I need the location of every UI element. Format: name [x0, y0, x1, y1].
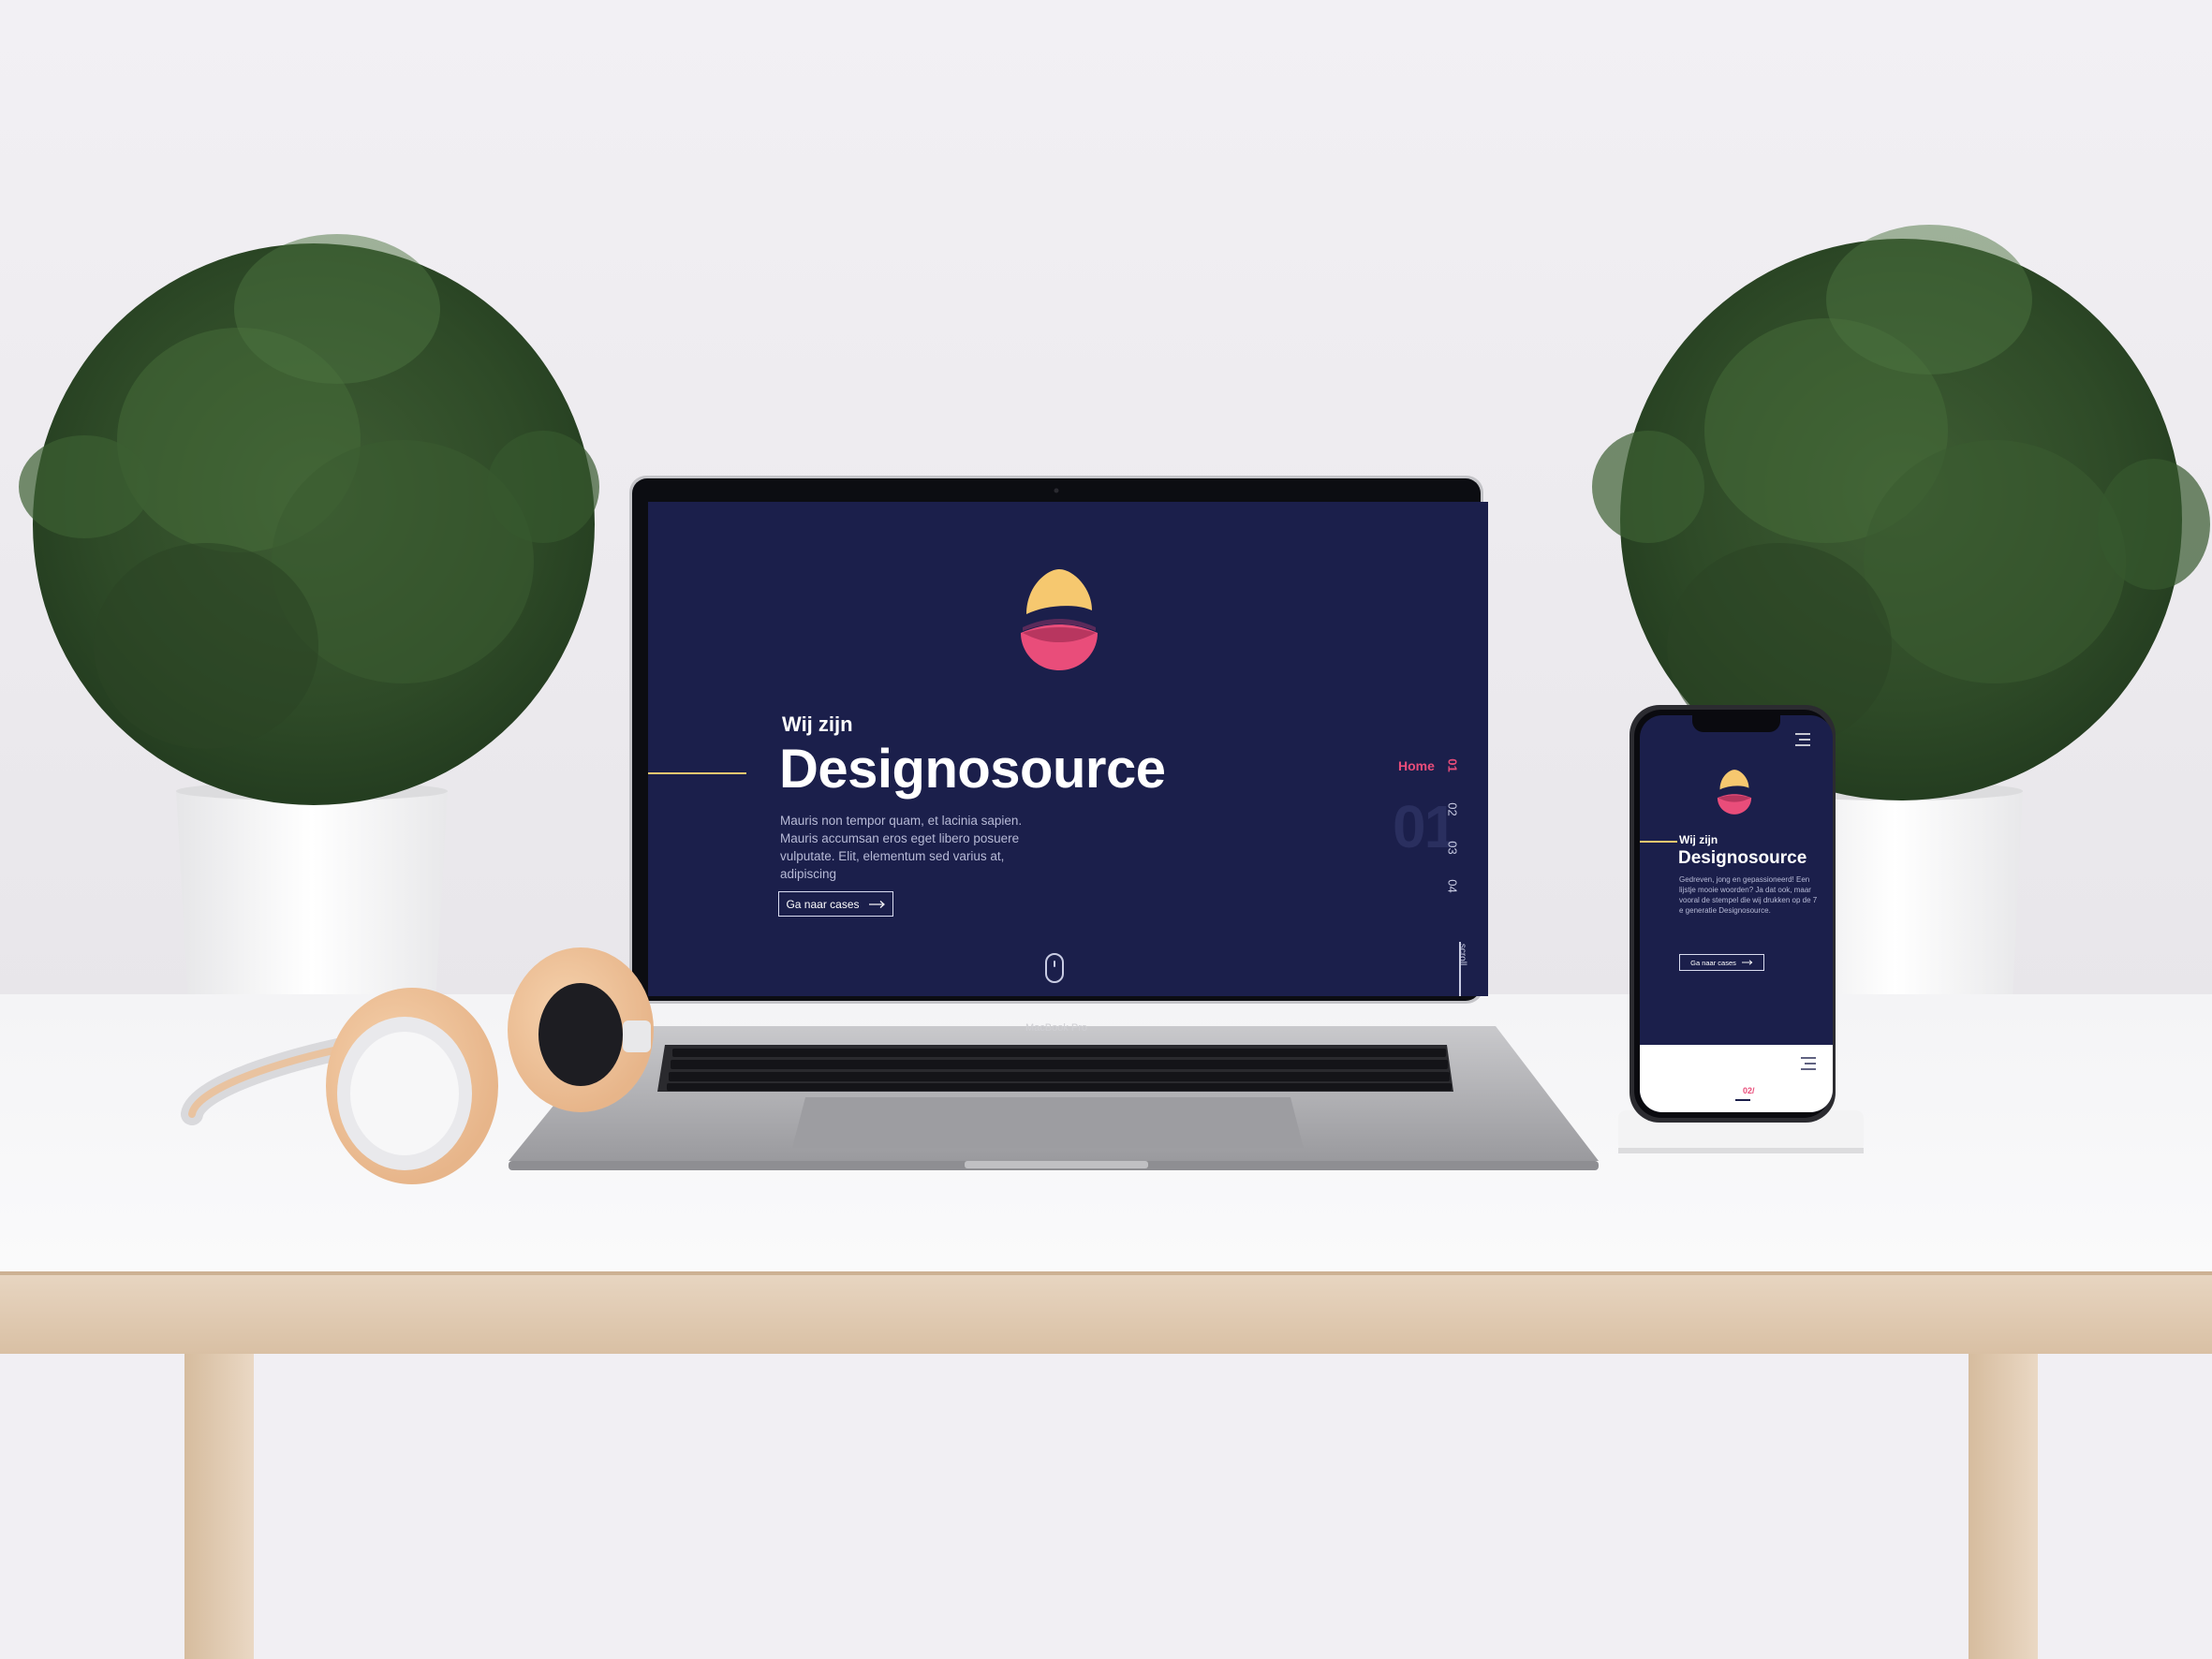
mouse-scroll-icon[interactable]: [1045, 953, 1064, 983]
phone-screen: Wij zijn Designosource Gedreven, jong en…: [1640, 715, 1833, 1112]
scroll-line: [1459, 942, 1461, 996]
hamburger-menu-icon[interactable]: [1793, 732, 1812, 747]
cases-button-label: Ga naar cases: [786, 897, 860, 911]
phone-hero-intro: Wij zijn: [1679, 833, 1718, 846]
nav-item-03[interactable]: 03: [1446, 841, 1460, 854]
logo-icon: [1021, 569, 1098, 670]
laptop-brand-label: MacBook Pro: [1025, 1022, 1087, 1034]
nav-item-04[interactable]: 04: [1446, 879, 1460, 892]
phone-hero-title: Designosource: [1678, 848, 1807, 868]
phone-cases-button[interactable]: Ga naar cases: [1679, 954, 1764, 971]
accent-line: [1640, 841, 1677, 843]
accent-line: [648, 772, 746, 774]
phone-hero-description: Gedreven, jong en gepassioneerd! Een lij…: [1679, 875, 1818, 915]
page-indicator: [1735, 1099, 1750, 1101]
hamburger-menu-icon[interactable]: [1799, 1056, 1818, 1071]
cases-button[interactable]: Ga naar cases: [778, 891, 893, 917]
arrow-right-icon: [1741, 960, 1753, 965]
nav-active-label[interactable]: Home: [1398, 758, 1435, 773]
hero-title: Designosource: [779, 739, 1166, 800]
nav-item-01[interactable]: 01: [1446, 758, 1460, 771]
page-counter: 02/: [1743, 1086, 1755, 1095]
arrow-right-icon: [868, 900, 885, 908]
phone-cases-button-label: Ga naar cases: [1690, 958, 1736, 967]
hero-description: Mauris non tempor quam, et lacinia sapie…: [780, 814, 1023, 881]
logo-icon: [1717, 770, 1752, 815]
laptop-screen: Wij zijn Designosource Mauris non tempor…: [648, 502, 1488, 996]
phone-bottom-panel: [1640, 1045, 1833, 1112]
hero-intro: Wij zijn: [782, 712, 853, 736]
phone-notch: [1692, 715, 1780, 732]
nav-item-02[interactable]: 02: [1446, 802, 1460, 815]
